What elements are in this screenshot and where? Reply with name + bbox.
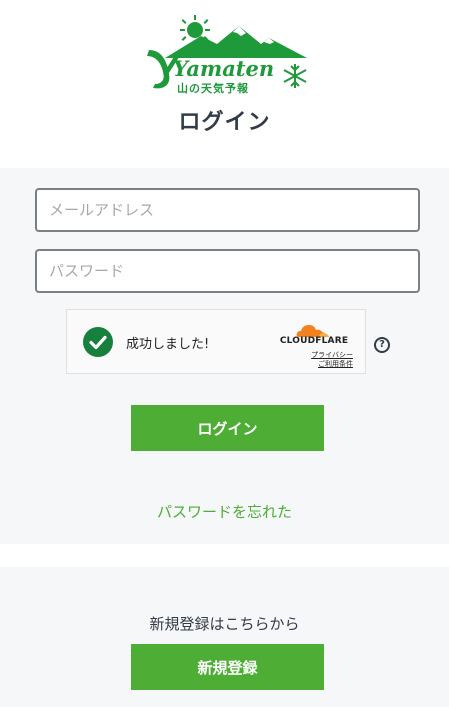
- help-icon[interactable]: ?: [374, 337, 390, 353]
- login-button[interactable]: ログイン: [131, 405, 324, 451]
- password-field[interactable]: [35, 249, 420, 293]
- cloudflare-turnstile-widget[interactable]: 成功しました! CLOUDFLARE プライバシー ご利用条件: [66, 309, 366, 374]
- snowflake-icon: [283, 64, 307, 88]
- turnstile-status: 成功しました!: [126, 337, 210, 352]
- page-title: ログイン: [178, 110, 271, 135]
- logo-wordmark: Yamaten: [173, 56, 274, 81]
- turnstile-links: プライバシー ご利用条件: [299, 351, 353, 369]
- terms-link[interactable]: ご利用条件: [299, 360, 353, 369]
- register-button[interactable]: 新規登録: [131, 644, 324, 690]
- login-panel: 成功しました! CLOUDFLARE プライバシー ご利用条件 ? ログイン パ…: [0, 168, 449, 544]
- forgot-password-link[interactable]: パスワードを忘れた: [0, 501, 449, 522]
- success-check-icon: [83, 327, 113, 357]
- header: Yamaten 山の天気予報 ログイン: [0, 0, 449, 168]
- register-prompt: 新規登録はこちらから: [149, 615, 300, 633]
- logo-subtitle: 山の天気予報: [177, 81, 249, 95]
- email-field[interactable]: [35, 188, 420, 232]
- section-divider: [0, 544, 449, 567]
- cloudflare-wordmark: CLOUDFLARE: [279, 336, 349, 346]
- privacy-link[interactable]: プライバシー: [299, 351, 353, 360]
- register-panel: 新規登録はこちらから 新規登録: [0, 567, 449, 707]
- yamaten-logo: Yamaten 山の天気予報: [143, 14, 311, 96]
